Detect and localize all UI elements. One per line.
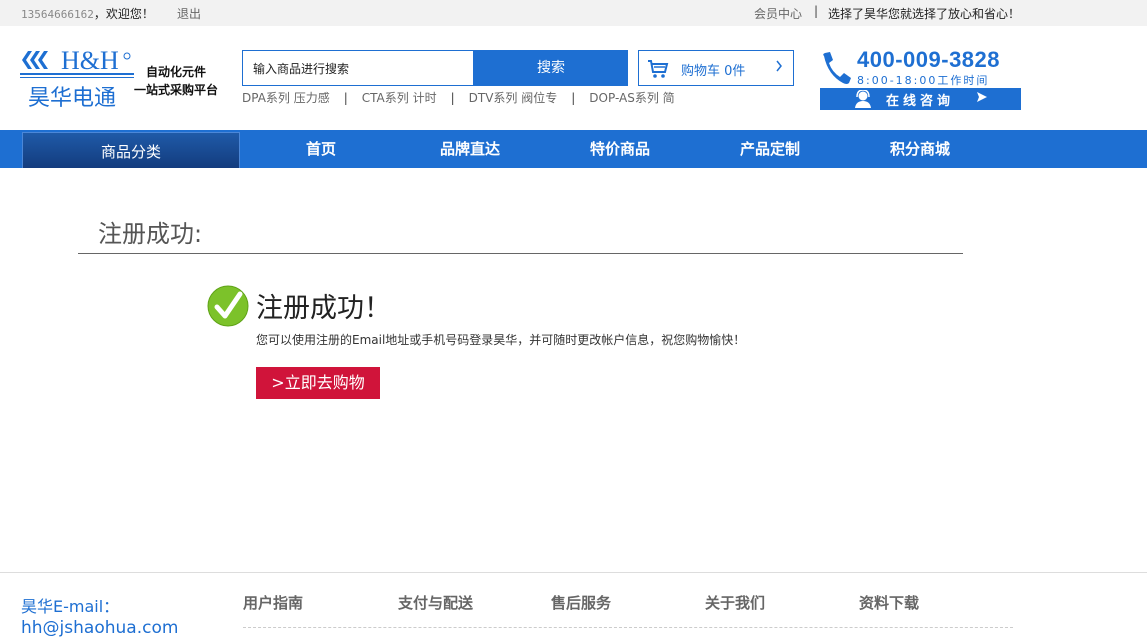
logo-graphic: H&H 昊华电通 [20, 46, 134, 111]
footer-divider [0, 572, 1147, 573]
hot-link-dop[interactable]: DOP-AS系列 简 [589, 91, 674, 105]
online-consult-button[interactable]: 在线咨询 [820, 88, 1021, 110]
hotline-number: 400-009-3828 [857, 47, 1001, 72]
hot-link-dpa[interactable]: DPA系列 压力感 [242, 91, 330, 105]
success-description: 您可以使用注册的Email地址或手机号码登录昊华，并可随时更改帐户信息，祝您购物… [256, 333, 746, 347]
nav-home[interactable]: 首页 [306, 130, 336, 168]
nav-brands[interactable]: 品牌直达 [440, 130, 500, 168]
footer-col-payment: 支付与配送 [398, 594, 474, 612]
hot-link-separator: | [450, 91, 455, 105]
arrow-right-icon [976, 90, 988, 108]
logout-link[interactable]: 退出 [177, 5, 201, 22]
customer-service-icon [854, 89, 872, 112]
nav-custom[interactable]: 产品定制 [740, 130, 800, 168]
footer-email[interactable]: hh@jshaohua.com [21, 618, 178, 638]
search-button[interactable]: 搜索 [474, 50, 628, 86]
top-bar: 13564666162，欢迎您！ 退出 会员中心 | 选择了昊华您就选择了放心和… [0, 0, 1147, 26]
footer-col-user-guide: 用户指南 [243, 594, 304, 612]
page-title: 注册成功: [98, 220, 203, 248]
heading-divider [78, 253, 963, 254]
welcome-text: 13564666162，欢迎您！ [21, 5, 154, 22]
hotline-hours: 8:00-18:00工作时间 [857, 74, 990, 87]
nav-points-mall[interactable]: 积分商城 [890, 130, 950, 168]
search-box [242, 50, 474, 86]
cart-label: 购物车 0件 [681, 64, 746, 79]
user-phone: 13564666162 [21, 8, 94, 21]
footer-col-after-sales: 售后服务 [551, 594, 612, 612]
nav-category[interactable]: 商品分类 [22, 132, 240, 168]
hot-link-cta[interactable]: CTA系列 计时 [362, 91, 437, 105]
success-check-icon [207, 285, 249, 331]
topbar-slogan: 选择了昊华您就选择了放心和省心！ [828, 7, 1021, 21]
consult-label: 在线咨询 [886, 94, 955, 109]
logo-brand: H&H [61, 46, 119, 75]
footer-col-downloads: 资料下载 [859, 594, 920, 612]
hot-search-links: DPA系列 压力感 | CTA系列 计时 | DTV系列 阀位专 | DOP-AS系列 简 [242, 89, 675, 106]
logo-brand-cn: 昊华电通 [28, 86, 116, 111]
topbar-separator: | [814, 4, 819, 18]
greeting: ，欢迎您！ [93, 7, 154, 21]
nav-specials[interactable]: 特价商品 [590, 130, 650, 168]
search-input[interactable] [243, 51, 473, 85]
go-shopping-button[interactable]: >立即去购物 [256, 367, 380, 399]
logo-slogan-line1: 自动化元件 [146, 65, 207, 79]
member-center-link[interactable]: 会员中心 [754, 5, 802, 22]
footer-dashed-divider [243, 627, 1013, 628]
chevron-right-icon [775, 59, 783, 77]
site-logo[interactable]: H&H 昊华电通 [20, 46, 138, 112]
phone-icon [820, 50, 852, 90]
success-title: 注册成功！ [256, 293, 391, 324]
footer-col-about: 关于我们 [705, 594, 766, 612]
main-nav: 商品分类 首页 品牌直达 特价商品 产品定制 积分商城 [0, 130, 1147, 168]
footer-email-label: 昊华E-mail： [21, 597, 120, 616]
logo-slogan-line2: 一站式采购平台 [134, 83, 219, 97]
hot-link-separator: | [571, 91, 576, 105]
hot-link-separator: | [343, 91, 348, 105]
logo-slogan: 自动化元件 一站式采购平台 [134, 63, 218, 99]
cart-icon [647, 59, 669, 83]
hot-link-dtv[interactable]: DTV系列 阀位专 [469, 91, 558, 105]
cart-button[interactable]: 购物车 0件 [638, 50, 794, 86]
